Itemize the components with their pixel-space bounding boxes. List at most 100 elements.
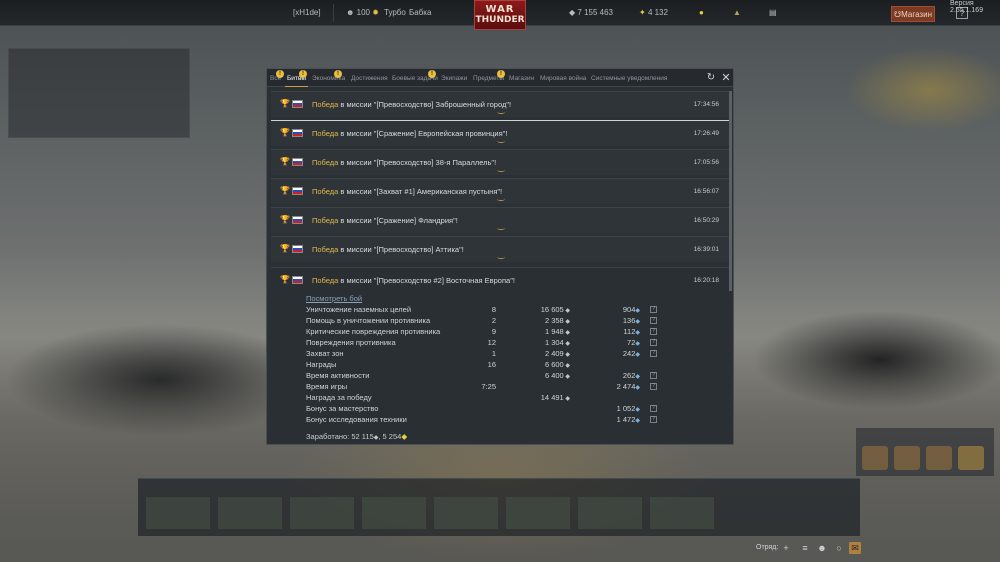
trophy-icon: 🏆	[280, 128, 290, 137]
research-point-icon: ◆	[635, 352, 640, 358]
info-icon[interactable]: ?	[650, 416, 657, 423]
vehicle-slot	[578, 497, 642, 529]
contacts-icon[interactable]: ☻	[816, 542, 828, 554]
top-bar: [xH1de] ☻ 100 ✹ Турбо Бабка WAR THUNDER …	[0, 0, 1000, 30]
battle-time: 17:26:49	[693, 130, 719, 137]
chat-icon[interactable]: ○	[833, 542, 845, 554]
earned-total: Заработано: 52 115◆, 5 254◆	[306, 432, 408, 441]
ticket-icon[interactable]: ▤	[769, 8, 777, 17]
version-label: Версия 2.55.1.169	[950, 0, 984, 14]
ussr-flag-icon	[292, 216, 303, 224]
research-point-icon: ◆	[635, 407, 640, 413]
stats-row: Захват зон 1 2 409 ◆ 242◆ ?	[306, 349, 686, 360]
shop-button[interactable]: ☋Магазин	[891, 6, 935, 22]
shop-label: Магазин	[901, 10, 932, 19]
item-slot	[862, 446, 888, 470]
logo-text-bottom: THUNDER	[475, 15, 525, 25]
ussr-flag-icon	[292, 100, 303, 108]
silver-lion-icon: ◆	[563, 396, 570, 402]
battle-message: Победа в миссии "[Превосходство] 38-я Па…	[312, 158, 497, 167]
tab-battles[interactable]: Битвы !	[285, 70, 308, 87]
battle-item[interactable]: 🏆 Победа в миссии "[Сражение] Европейска…	[271, 120, 729, 146]
tab-crews[interactable]: Экипажи	[441, 75, 467, 82]
background-panel	[8, 48, 190, 138]
battle-item[interactable]: 🏆 Победа в миссии "[Превосходство] Аттик…	[271, 236, 729, 262]
vehicle-slot	[362, 497, 426, 529]
tab-items[interactable]: Предметы !	[473, 70, 505, 82]
battle-stats-table: Уничтожение наземных целей 8 16 605 ◆ 904…	[306, 305, 686, 426]
notifications-window: Все ! Битвы ! Экономика ! Достижения Бое…	[266, 68, 734, 445]
info-icon[interactable]: ?	[650, 372, 657, 379]
item-slot	[894, 446, 920, 470]
tab-world-war[interactable]: Мировая война	[540, 75, 586, 82]
expand-chevron-icon[interactable]	[497, 197, 505, 201]
expand-chevron-icon[interactable]	[497, 168, 505, 172]
item-slot	[926, 446, 952, 470]
alert-badge: !	[334, 70, 342, 78]
ussr-flag-icon	[292, 187, 303, 195]
battle-message: Победа в миссии "[Сражение] Европейская …	[312, 129, 508, 138]
info-icon[interactable]: ?	[650, 405, 657, 412]
mode-label[interactable]: Турбо	[384, 8, 406, 17]
silver-lion-icon: ◆	[563, 352, 570, 358]
expand-chevron-icon[interactable]	[497, 255, 505, 259]
info-icon[interactable]: ?	[650, 306, 657, 313]
stats-row: Время игры 7:25 2 474◆ ?	[306, 382, 686, 393]
research-point-icon: ◆	[635, 330, 640, 336]
vehicle-slot	[218, 497, 282, 529]
research-point-icon: ◆	[401, 432, 408, 441]
research-point-icon: ◆	[635, 374, 640, 380]
expand-chevron-icon[interactable]	[497, 110, 505, 114]
list-icon[interactable]: ≡	[799, 542, 811, 554]
info-icon[interactable]: ?	[650, 328, 657, 335]
battle-time: 16:39:01	[693, 246, 719, 253]
silver-lion-icon: ◆	[563, 363, 570, 369]
stats-row: Критические повреждения противника 9 1 94…	[306, 327, 686, 338]
gold-balance[interactable]: ✦ 4 132	[639, 8, 668, 17]
battle-item[interactable]: 🏆 Победа в миссии "[Превосходство] 38-я …	[271, 149, 729, 175]
battle-time: 17:05:56	[693, 159, 719, 166]
battle-item[interactable]: 🏆 Победа в миссии "[Превосходство] Забро…	[271, 91, 729, 117]
tab-achievements[interactable]: Достижения	[351, 75, 388, 82]
stats-row: Бонус исследования техники 1 472◆ ?	[306, 415, 686, 426]
tab-all[interactable]: Все !	[270, 70, 284, 82]
battle-list: 🏆 Победа в миссии "[Превосходство] Забро…	[271, 91, 729, 443]
tab-economy[interactable]: Экономика !	[312, 70, 345, 82]
info-icon[interactable]: ?	[650, 317, 657, 324]
bulb-icon[interactable]: ●	[699, 8, 704, 17]
trophy-icon: 🏆	[280, 275, 290, 284]
info-icon[interactable]: ?	[650, 383, 657, 390]
premium-icon[interactable]: ▲	[733, 8, 741, 17]
battle-item[interactable]: 🏆 Победа в миссии "[Захват #1] Американс…	[271, 178, 729, 204]
expand-chevron-icon[interactable]	[497, 139, 505, 143]
battle-time: 16:56:07	[693, 188, 719, 195]
expand-chevron-icon[interactable]	[497, 226, 505, 230]
silver-value: 7 155 463	[577, 8, 613, 17]
ussr-flag-icon	[292, 129, 303, 137]
battle-message: Победа в миссии "[Превосходство #2] Вост…	[312, 276, 515, 285]
close-icon[interactable]: ✕	[720, 72, 732, 84]
tab-shop[interactable]: Магазин	[509, 75, 534, 82]
silver-lion-icon: ◆	[563, 319, 570, 325]
player-title[interactable]: Бабка	[409, 8, 431, 17]
mail-icon[interactable]: ✉	[849, 542, 861, 554]
info-icon[interactable]: ?	[650, 350, 657, 357]
divider	[333, 4, 334, 22]
silver-lion-icon: ◆	[563, 308, 570, 314]
silver-balance[interactable]: ◆ 7 155 463	[569, 8, 613, 17]
trophy-icon: 🏆	[280, 186, 290, 195]
add-squad-member-icon[interactable]: +	[780, 542, 792, 554]
battle-item-expanded[interactable]: 🏆 Победа в миссии "[Превосходство #2] Во…	[271, 267, 729, 443]
info-icon[interactable]: ?	[650, 339, 657, 346]
tab-system-notifications[interactable]: Системные уведомления	[591, 75, 667, 82]
research-point-icon: ◆	[635, 385, 640, 391]
battle-item[interactable]: 🏆 Победа в миссии "[Сражение] Фландрия"!…	[271, 207, 729, 233]
background-item-panel	[856, 428, 994, 476]
battle-message: Победа в миссии "[Превосходство] Аттика"…	[312, 245, 464, 254]
player-name[interactable]: [xH1de]	[293, 8, 321, 17]
watch-battle-link[interactable]: Посмотреть бой	[306, 294, 362, 303]
tab-battle-tasks[interactable]: Боевые задачи !	[392, 70, 438, 82]
vehicle-slot	[290, 497, 354, 529]
scrollbar[interactable]	[729, 91, 732, 291]
refresh-icon[interactable]: ↻	[705, 72, 717, 84]
